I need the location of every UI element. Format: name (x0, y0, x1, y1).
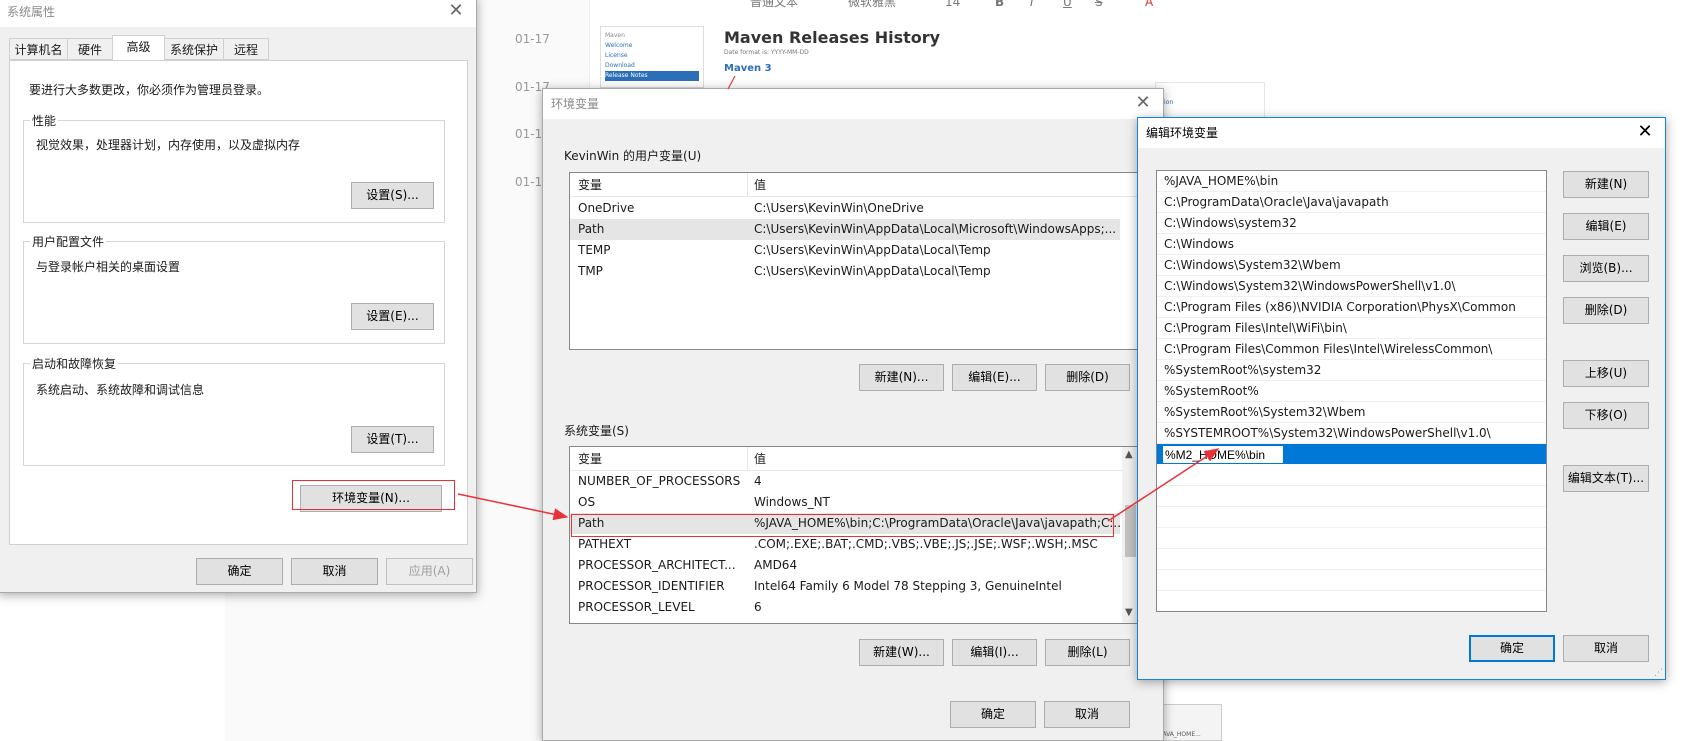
arrow-path-to-edit (1107, 448, 1220, 522)
annotation-arrows (457, 75, 1220, 522)
arrow-env-to-path (457, 493, 569, 521)
arrow-doc-fragment (727, 75, 736, 90)
